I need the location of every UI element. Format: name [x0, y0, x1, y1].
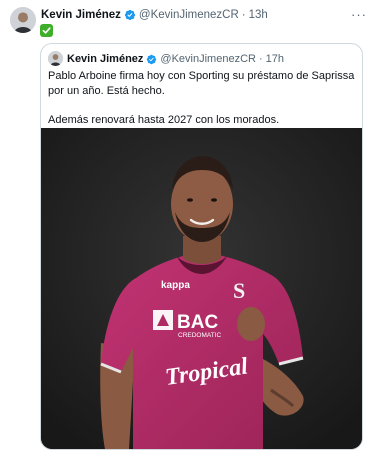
tweet: Kevin Jiménez @KevinJimenezCR · 13h ··· … [0, 0, 380, 457]
sponsor-main: BAC [177, 312, 218, 333]
author-handle[interactable]: @KevinJimenezCR [139, 9, 239, 21]
author-name[interactable]: Kevin Jiménez [41, 9, 121, 21]
sponsor-sub: CREDOMATIC [178, 332, 222, 339]
player-photo: kappa S BAC CREDOMATIC Tropical [41, 128, 362, 449]
quoted-tweet-paragraph: Además renovará hasta 2027 con los morad… [48, 113, 280, 126]
quoted-tweet-paragraph: Pablo Arboine firma hoy con Sporting su … [48, 70, 355, 97]
quoted-author-handle: @KevinJimenezCR [160, 53, 256, 65]
quoted-author-name: Kevin Jiménez [67, 53, 144, 65]
quoted-tweet-photo[interactable]: kappa S BAC CREDOMATIC Tropical [41, 128, 362, 449]
quoted-tweet-timestamp: 17h [265, 53, 284, 65]
author-avatar[interactable] [10, 7, 36, 33]
quoted-tweet[interactable]: Kevin Jiménez @KevinJimenezCR · 17h Pabl… [40, 43, 363, 450]
verified-badge-icon [124, 9, 136, 21]
separator-dot: · [258, 53, 263, 65]
verified-badge-icon [147, 54, 157, 64]
quoted-author-avatar [48, 51, 63, 66]
jersey-brand-text: kappa [161, 280, 190, 291]
check-mark-button-emoji [40, 24, 53, 37]
separator-dot: · [241, 9, 246, 21]
club-crest: S [233, 278, 245, 303]
tweet-header: Kevin Jiménez @KevinJimenezCR · 13h [41, 7, 268, 23]
tweet-timestamp[interactable]: 13h [249, 9, 268, 21]
more-options-icon[interactable]: ··· [350, 8, 368, 21]
quoted-tweet-text: Pablo Arboine firma hoy con Sporting su … [48, 69, 356, 127]
quoted-tweet-header: Kevin Jiménez @KevinJimenezCR · 17h [67, 51, 284, 67]
kappa-logo: kappa [161, 280, 190, 291]
player-hand [237, 307, 265, 341]
